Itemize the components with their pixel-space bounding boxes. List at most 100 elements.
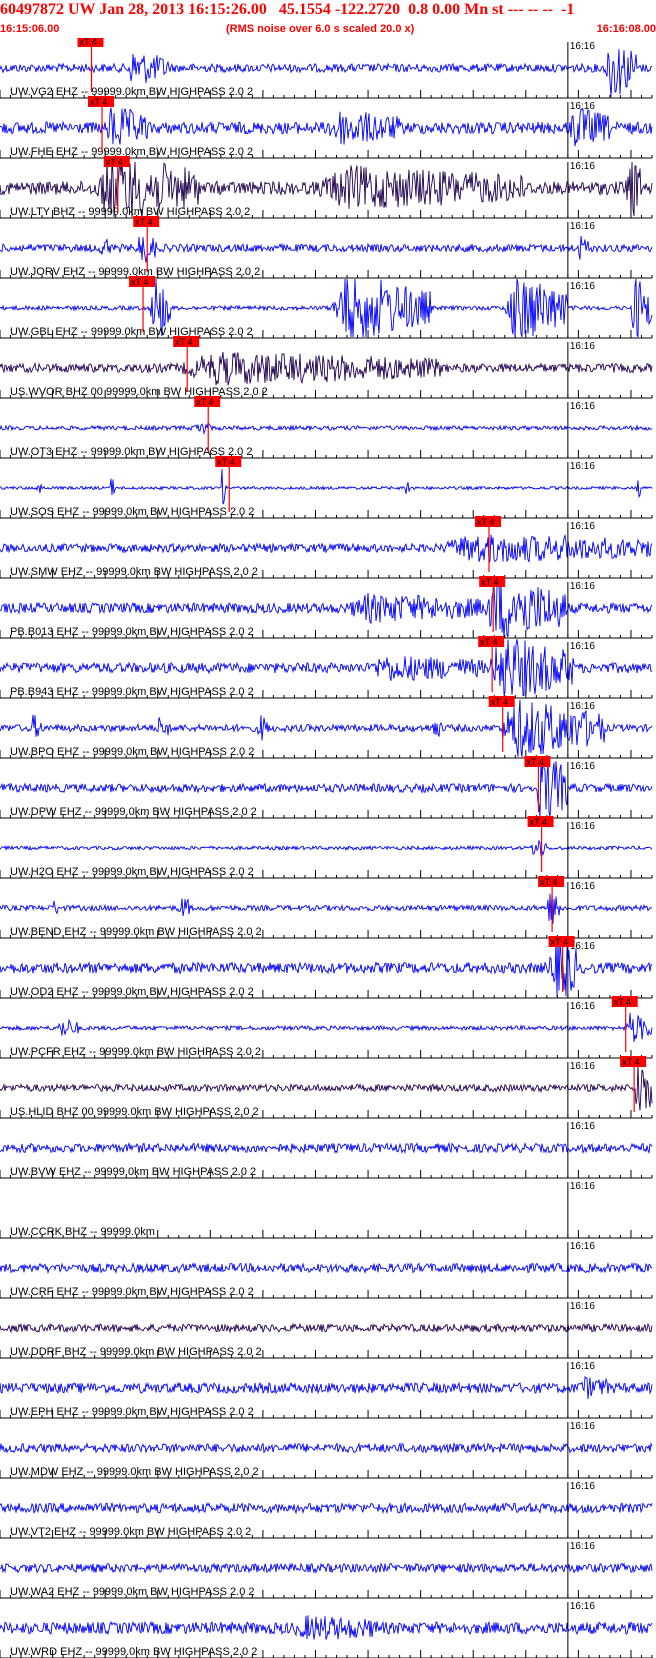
trace-row: 16:16 UW.PCFR EHZ -- 99999.0km BW HIGHPAS… xyxy=(0,996,653,1059)
minute-label: 16:16 xyxy=(570,401,595,412)
pick-label: xT 4 xyxy=(526,757,543,767)
trace-row: 16:16UW.JORV EHZ -- 99999.0km BW HIGHPAS… xyxy=(0,216,653,279)
station-label: UW.CRF EHZ -- 99999.0km BW HIGHPASS 2.0 … xyxy=(10,1286,254,1298)
pick-label: xT 4 xyxy=(196,397,213,407)
pick-label: xT 4 xyxy=(481,577,498,587)
waveform xyxy=(0,1063,653,1111)
minute-label: 16:16 xyxy=(570,1601,595,1612)
minute-label: 16:16 xyxy=(570,521,595,532)
pick-label: xT 4 xyxy=(175,337,192,347)
trace-row: 16:16 UW.GBL EHZ -- 99999.0km BW HIGHPASS… xyxy=(0,276,653,339)
waveform xyxy=(0,533,653,565)
waveform xyxy=(0,891,653,924)
start-time-label: 16:15:06.00 xyxy=(0,23,60,35)
station-label: US.WVOR BHZ 00 99999.0km BW HIGHPASS 2.0… xyxy=(10,386,268,398)
waveform xyxy=(0,1441,653,1454)
plot-header: 60497872 UW Jan 28, 2013 16:15:26.00 45.… xyxy=(0,0,656,38)
seismogram-plot: 16:16 UW.VG2 EHZ -- 99999.0km BW HIGHPASS… xyxy=(0,38,653,1658)
pick-label: xT 4 xyxy=(614,997,631,1007)
waveform xyxy=(0,1322,653,1334)
trace-row: 16:16 US.WVOR BHZ 00 99999.0km BW HIGHPAS… xyxy=(0,336,653,399)
trace-row: 16:16 UW.FHE EHZ -- 99999.0km BW HIGHPASS… xyxy=(0,96,653,159)
trace-row: 16:16 UW.WRD EHZ -- 99999.0km BW HIGHPASS… xyxy=(0,1601,653,1658)
minute-label: 16:16 xyxy=(570,1481,595,1492)
end-time-label: 16:16:08.00 xyxy=(596,23,656,35)
waveform xyxy=(0,1501,653,1515)
pick-label: xT 4 xyxy=(106,157,123,167)
station-label: UW.OD2 EHZ -- 99999.0km BW HIGHPASS 2.0 … xyxy=(10,986,254,998)
waveform xyxy=(0,1261,653,1275)
station-label: UW.BVW EHZ -- 99999.0km BW HIGHPASS 2.0 … xyxy=(10,1166,256,1178)
trace-row: 16:16 UW.CRF EHZ -- 99999.0km BW HIGHPASS… xyxy=(0,1241,653,1299)
station-label: UW.EPH EHZ -- 99999.0km BW HIGHPASS 2.0 … xyxy=(10,1406,254,1418)
trace-row: 16:16 UW.VG2 EHZ -- 99999.0km BW HIGHPASS… xyxy=(0,38,653,99)
station-label: US.HLID BHZ 00 99999.0km BW HIGHPASS 2.0… xyxy=(10,1106,259,1118)
trace-row: 16:16 UW.EPH EHZ -- 99999.0km BW HIGHPASS… xyxy=(0,1361,653,1419)
station-label: UW.DDRF BHZ -- 99999.0km BW HIGHPASS 2.0… xyxy=(10,1346,262,1358)
station-label: UW.VG2 EHZ -- 99999.0km BW HIGHPASS 2.0 … xyxy=(10,86,253,98)
trace-row: 16:16 US.HLID BHZ 00 99999.0km BW HIGHPAS… xyxy=(0,1056,653,1119)
pick-label: xT 4 xyxy=(480,637,497,647)
minute-label: 16:16 xyxy=(570,641,595,652)
pick-label: xT 4 xyxy=(217,457,234,467)
station-label: UW.MDW EHZ -- 99999.0km BW HIGHPASS 2.0 … xyxy=(10,1466,259,1478)
minute-label: 16:16 xyxy=(570,1181,595,1192)
station-label: UW.CCRK BHZ -- 99999.0km xyxy=(10,1226,155,1238)
trace-row: 16:16 UW.LTY BHZ -- 99999.0km BW HIGHPASS… xyxy=(0,156,653,219)
trace-row: 16:16 UW.MDW EHZ -- 99999.0km BW HIGHPASS… xyxy=(0,1421,653,1479)
station-label: UW.DPW EHZ -- 99999.0km BW HIGHPASS 2.0 … xyxy=(10,806,257,818)
minute-label: 16:16 xyxy=(570,1361,595,1372)
trace-row: 16:16 UW.CCRK BHZ -- 99999.0km xyxy=(0,1181,653,1239)
pick-label: xT 4 xyxy=(135,217,152,227)
minute-label: 16:16 xyxy=(570,221,595,232)
event-title: 60497872 UW Jan 28, 2013 16:15:26.00 45.… xyxy=(0,1,575,18)
station-label: UW.FHE EHZ -- 99999.0km BW HIGHPASS 2.0 … xyxy=(10,146,253,158)
minute-label: 16:16 xyxy=(570,1121,595,1132)
pick-label: xT 4 xyxy=(90,97,107,107)
pick-label: xT 4 xyxy=(491,697,508,707)
pick-label: xT 4 xyxy=(551,937,568,947)
station-label: UW.GBL EHZ -- 99999.0km BW HIGHPASS 2.0 … xyxy=(10,326,253,338)
minute-label: 16:16 xyxy=(570,1001,595,1012)
station-label: UW.WA2 EHZ -- 99999.0km BW HIGHPASS 2.0 … xyxy=(10,1586,255,1598)
pick-label: xT 4 xyxy=(477,517,494,527)
pick-label: xT 4 xyxy=(79,38,96,47)
waveform xyxy=(0,422,653,435)
trace-row: 16:16 UW.SMW EHZ -- 99999.0km BW HIGHPASS… xyxy=(0,516,653,579)
minute-label: 16:16 xyxy=(570,41,595,52)
waveform xyxy=(0,839,653,857)
minute-label: 16:16 xyxy=(570,581,595,592)
minute-label: 16:16 xyxy=(570,1421,595,1432)
trace-row: 16:16 UW.BVW EHZ -- 99999.0km BW HIGHPASS… xyxy=(0,1121,653,1179)
rms-note: (RMS noise over 6.0 s scaled 20.0 x) xyxy=(226,23,415,35)
waveform xyxy=(0,469,653,505)
minute-label: 16:16 xyxy=(570,461,595,472)
station-label: UW.BEND EHZ -- 99999.0km BW HIGHPASS 2.0… xyxy=(10,926,262,938)
trace-row: 16:16 UW.VT2 EHZ -- 99999.0km BW HIGHPASS… xyxy=(0,1481,653,1539)
station-label: UW.PCFR EHZ -- 99999.0km BW HIGHPASS 2.0… xyxy=(10,1046,261,1058)
minute-label: 16:16 xyxy=(570,881,595,892)
station-label: UW.WRD EHZ -- 99999.0km BW HIGHPASS 2.0 … xyxy=(10,1646,257,1658)
minute-label: 16:16 xyxy=(570,281,595,292)
station-label: UW.BPO EHZ -- 99999.0km BW HIGHPASS 2.0 … xyxy=(10,746,254,758)
trace-row: 16:16 PB.B943 EHZ -- 99999.0km BW HIGHPAS… xyxy=(0,636,653,699)
waveform xyxy=(0,1012,653,1042)
waveform xyxy=(0,1615,653,1640)
waveform xyxy=(0,1141,653,1155)
waveform xyxy=(0,235,653,263)
minute-label: 16:16 xyxy=(570,1241,595,1252)
pick-label: xT 4 xyxy=(530,817,547,827)
trace-row: 16:16 UW.DPW EHZ -- 99999.0km BW HIGHPASS… xyxy=(0,756,653,819)
station-label: UW.SOS EHZ -- 99999.0km BW HIGHPASS 2.0 … xyxy=(10,506,254,518)
trace-row: 16:16 PB.B013 EHZ -- 99999.0km BW HIGHPAS… xyxy=(0,576,653,639)
station-label: UW.LTY BHZ -- 99999.0km BW HIGHPASS 2.0 … xyxy=(10,206,250,218)
trace-row: 16:16 UW.WA2 EHZ -- 99999.0km BW HIGHPASS… xyxy=(0,1541,653,1599)
pick-label: xT 4 xyxy=(540,877,557,887)
minute-label: 16:16 xyxy=(570,701,595,712)
waveform xyxy=(0,1375,653,1400)
station-label: PB.B013 EHZ -- 99999.0km BW HIGHPASS 2.0… xyxy=(10,626,254,638)
minute-label: 16:16 xyxy=(570,101,595,112)
station-label: UW.SMW EHZ -- 99999.0km BW HIGHPASS 2.0 … xyxy=(10,566,258,578)
trace-row: 16:16 UW.H2O EHZ -- 99999.0km BW HIGHPASS… xyxy=(0,816,653,879)
minute-label: 16:16 xyxy=(570,1301,595,1312)
